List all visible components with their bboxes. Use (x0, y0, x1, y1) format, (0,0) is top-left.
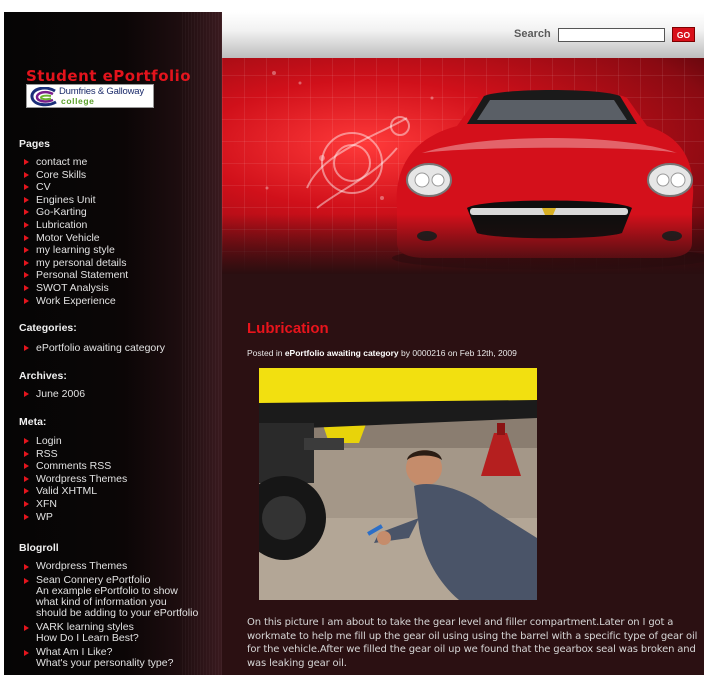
archives-heading: Archives: (19, 370, 67, 382)
main-content: Lubrication Posted in ePortfolio awaitin… (222, 274, 704, 675)
categories-list: ePortfolio awaiting category (22, 342, 165, 355)
meta-link[interactable]: Valid XHTML (22, 485, 127, 498)
archives-list: June 2006 (22, 388, 85, 401)
mechanic-photo (259, 368, 537, 600)
site-title[interactable]: Student ePortfolio (26, 67, 191, 85)
meta-heading: Meta: (19, 416, 47, 428)
page-link[interactable]: my personal details (22, 257, 128, 270)
meta-link[interactable]: Wordpress Themes (22, 473, 127, 486)
blogroll-list: Wordpress Themes Sean Connery ePortfolio… (22, 561, 198, 669)
college-logo-icon (30, 87, 57, 107)
go-button[interactable]: GO (672, 27, 695, 42)
blogroll-heading: Blogroll (19, 542, 59, 554)
pages-list: contact me Core Skills CV Engines Unit G… (22, 156, 128, 307)
page-link[interactable]: contact me (22, 156, 128, 169)
page-link[interactable]: SWOT Analysis (22, 282, 128, 295)
logo-line2: college (61, 96, 95, 106)
meta-link[interactable]: Login (22, 435, 127, 448)
page-link[interactable]: Work Experience (22, 295, 128, 308)
blogroll-link[interactable]: Wordpress Themes (22, 561, 198, 572)
post-title[interactable]: Lubrication (247, 320, 329, 337)
page-link[interactable]: my learning style (22, 244, 128, 257)
sidebar: Student ePortfolio Dumfries & Galloway c… (4, 12, 222, 675)
post-body: On this picture I am about to take the g… (247, 617, 698, 669)
meta-list: Login RSS Comments RSS Wordpress Themes … (22, 435, 127, 523)
search-label: Search (514, 28, 551, 40)
header-banner (222, 58, 704, 274)
meta-link[interactable]: RSS (22, 448, 127, 461)
category-link[interactable]: ePortfolio awaiting category (22, 342, 165, 355)
meta-link[interactable]: Comments RSS (22, 460, 127, 473)
banner-fade (222, 214, 704, 274)
page-link[interactable]: Engines Unit (22, 194, 128, 207)
meta-prefix: Posted in (247, 348, 283, 358)
college-logo[interactable]: Dumfries & Galloway college (26, 84, 154, 108)
meta-on: on (447, 348, 458, 358)
page-link[interactable]: Personal Statement (22, 269, 128, 282)
post-date: Feb 12th, 2009 (459, 348, 517, 358)
categories-heading: Categories: (19, 322, 77, 334)
post-photo[interactable] (259, 368, 537, 600)
post-category-link[interactable]: ePortfolio awaiting category (285, 348, 399, 358)
page-link[interactable]: Go-Karting (22, 206, 128, 219)
post-meta: Posted in ePortfolio awaiting category b… (247, 348, 517, 358)
meta-link[interactable]: XFN (22, 498, 127, 511)
page-link[interactable]: Motor Vehicle (22, 232, 128, 245)
meta-by: by (401, 348, 411, 358)
page-link[interactable]: Core Skills (22, 169, 128, 182)
page-link[interactable]: CV (22, 181, 128, 194)
blogroll-description: How Do I Learn Best? (36, 632, 139, 644)
header-bar: Search GO (222, 12, 704, 58)
post-author: 0000216 (412, 348, 446, 358)
search-input[interactable] (558, 28, 665, 42)
page-link[interactable]: Lubrication (22, 219, 128, 232)
blogroll-description: should be adding to your ePortfolio (36, 607, 199, 619)
blogroll-description: What's your personality type? (36, 657, 174, 669)
meta-link[interactable]: WP (22, 511, 127, 524)
pages-heading: Pages (19, 138, 50, 150)
archive-link[interactable]: June 2006 (22, 388, 85, 401)
